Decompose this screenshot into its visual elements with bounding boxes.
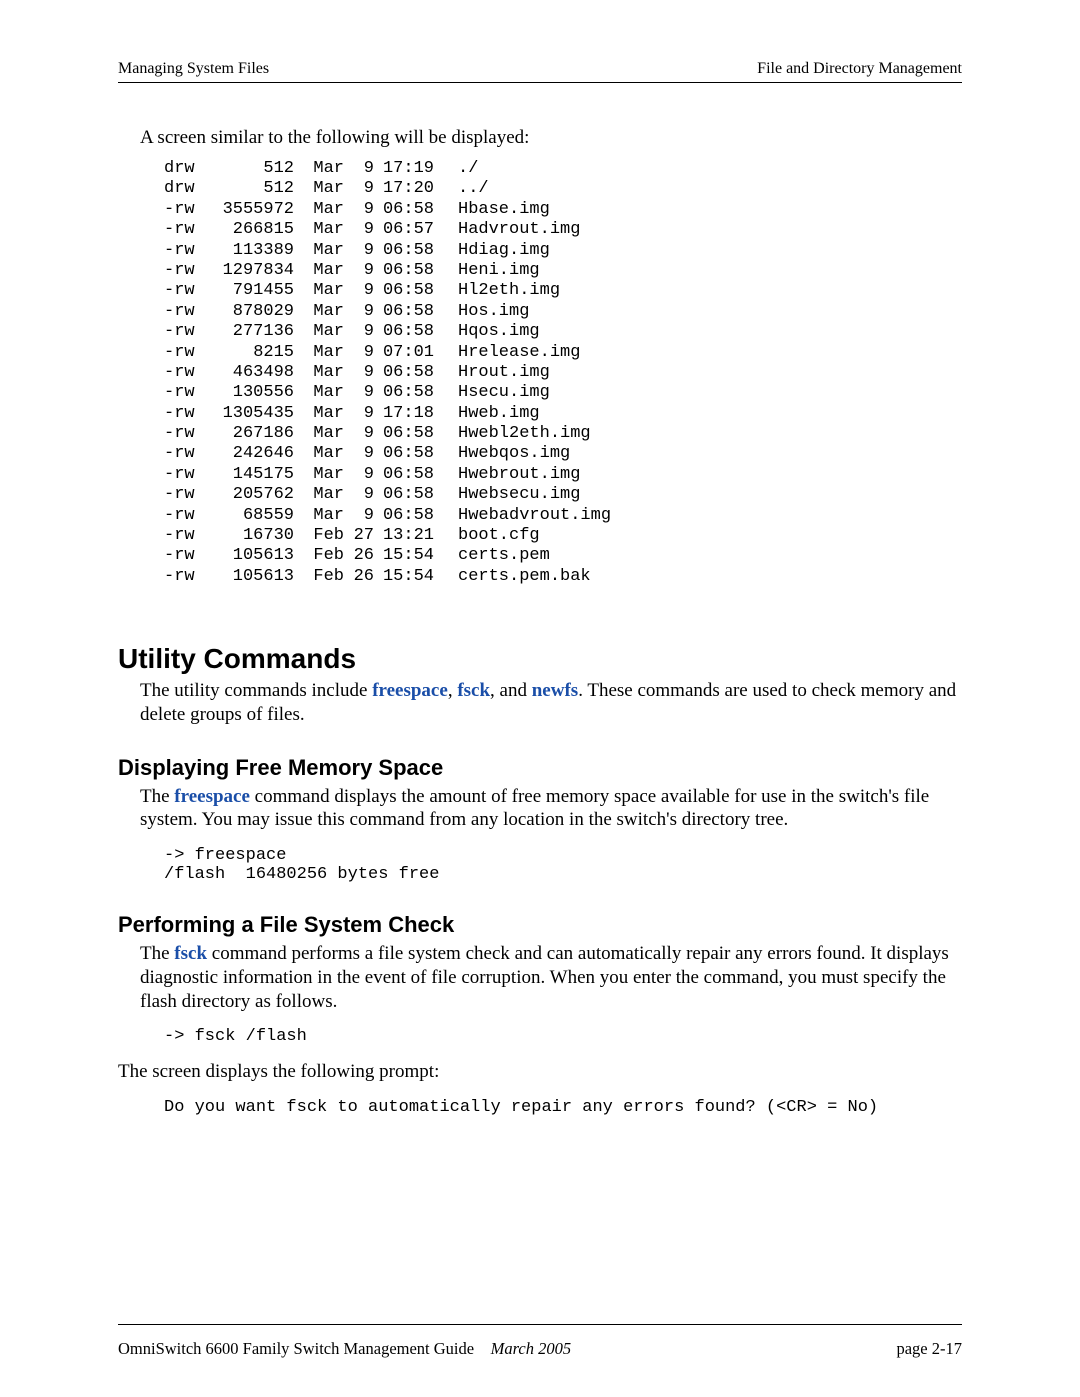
footer-guide-title: OmniSwitch 6600 Family Switch Management…: [118, 1339, 474, 1358]
text: The utility commands include: [140, 680, 372, 701]
footer-right: page 2-17: [896, 1339, 962, 1359]
text: ,: [448, 680, 458, 701]
fsck-after-text: The screen displays the following prompt…: [118, 1060, 962, 1084]
utility-paragraph: The utility commands include freespace , …: [140, 679, 962, 727]
header-rule: [118, 82, 962, 83]
directory-listing: drw512Mar917:19./drw512Mar917:20../-rw35…: [164, 159, 962, 587]
fsck-paragraph: The fsck command performs a file system …: [140, 942, 962, 1013]
header-left: Managing System Files: [118, 60, 269, 78]
intro-text: A screen similar to the following will b…: [140, 127, 962, 149]
fsck-command: -> fsck /flash: [164, 1027, 962, 1046]
fsck-link-inline[interactable]: fsck: [174, 943, 207, 964]
text: command displays the amount of free memo…: [140, 786, 929, 831]
header-right: File and Directory Management: [757, 60, 962, 78]
newfs-link[interactable]: newfs: [532, 680, 578, 701]
section-free-memory: Displaying Free Memory Space: [118, 755, 962, 781]
footer-rule: [118, 1324, 962, 1325]
text: , and: [490, 680, 532, 701]
fsck-prompt-output: Do you want fsck to automatically repair…: [164, 1098, 962, 1117]
section-utility-commands: Utility Commands: [118, 643, 962, 675]
page-footer: OmniSwitch 6600 Family Switch Management…: [118, 1339, 962, 1359]
freespace-link-inline[interactable]: freespace: [174, 786, 250, 807]
text: command performs a file system check and…: [140, 943, 949, 1012]
text: The: [140, 943, 174, 964]
section-fsck: Performing a File System Check: [118, 912, 962, 938]
freespace-output: -> freespace /flash 16480256 bytes free: [164, 846, 962, 884]
freespace-paragraph: The freespace command displays the amoun…: [140, 785, 962, 833]
footer-left: OmniSwitch 6600 Family Switch Management…: [118, 1339, 571, 1359]
fsck-link[interactable]: fsck: [457, 680, 490, 701]
footer-date: March 2005: [491, 1339, 572, 1358]
freespace-link[interactable]: freespace: [372, 680, 448, 701]
text: The: [140, 786, 174, 807]
page-header: Managing System Files File and Directory…: [118, 60, 962, 78]
